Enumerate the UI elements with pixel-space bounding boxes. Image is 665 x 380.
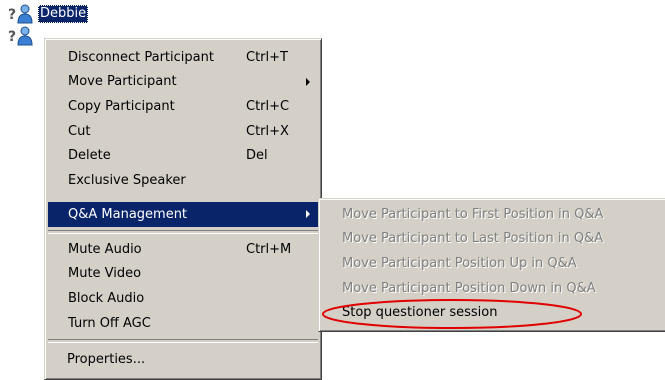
participant-question-icon: ? [8,26,38,46]
menu-item-disconnect-participant[interactable]: Disconnect Participant Ctrl+T [48,45,318,70]
menu-item-exclusive-speaker[interactable]: Exclusive Speaker [48,168,318,193]
shortcut-label: Ctrl+T [246,49,288,65]
shortcut-label: Del [246,148,268,164]
menu-item-delete[interactable]: Delete Del [48,143,318,168]
submenu-item-move-first[interactable]: Move Participant to First Position in Q&… [322,202,663,227]
shortcut-label: Ctrl+M [246,241,292,257]
submenu-arrow-icon [306,210,310,218]
menu-item-block-audio[interactable]: Block Audio [48,286,318,311]
menu-item-properties-label-row[interactable]: Properties... [47,347,317,371]
shortcut-label: Ctrl+C [246,98,290,114]
menu-item-cut[interactable]: Cut Ctrl+X [48,119,318,144]
shortcut-label: Ctrl+X [246,123,289,139]
menu-separator [48,230,318,234]
annotation-ellipse [322,299,582,329]
menu-item-move-participant[interactable]: Move Participant [48,70,318,95]
menu-item-mute-audio[interactable]: Mute Audio Ctrl+M [48,237,318,262]
tree-node-debbie[interactable]: ? Debbie [8,4,89,24]
participant-question-icon: ? [8,4,38,24]
menu-item-properties[interactable] [48,324,318,349]
tree-node-label: Debbie [38,5,89,23]
menu-item-qa-management[interactable]: Q&A Management [48,202,318,227]
context-menu: Disconnect Participant Ctrl+T Move Parti… [44,38,322,380]
submenu-arrow-icon [306,77,310,86]
tree-node-label [38,27,42,45]
menu-item-copy-participant[interactable]: Copy Participant Ctrl+C [48,94,318,119]
tree-node-participant[interactable]: ? [8,26,42,46]
menu-item-mute-video[interactable]: Mute Video [48,262,318,287]
submenu-item-move-up[interactable]: Move Participant Position Up in Q&A [322,251,663,276]
submenu-item-move-last[interactable]: Move Participant to Last Position in Q&A [322,227,663,252]
